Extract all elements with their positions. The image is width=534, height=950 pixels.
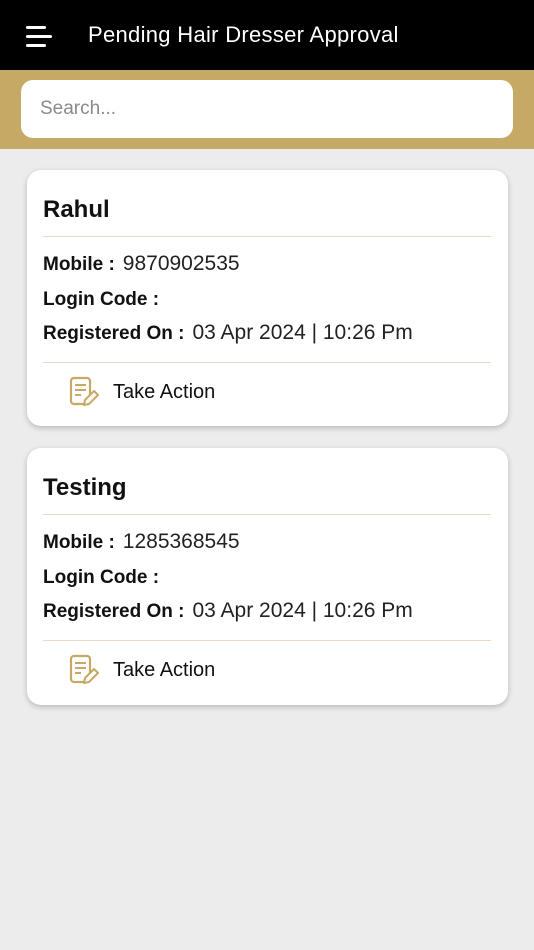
registered-on-label: Registered On : [43,323,185,344]
login-code-label: Login Code : [43,289,160,310]
hamburger-menu-icon[interactable] [22,22,56,52]
take-action-label: Take Action [113,658,216,681]
registered-on-row: Registered On : 03 Apr 2024 | 10:26 Pm [43,599,413,623]
mobile-label: Mobile : [43,532,115,553]
registered-on-value: 03 Apr 2024 | 10:26 Pm [192,599,413,622]
login-code-row: Login Code : [43,565,167,589]
mobile-value: 1285368545 [122,530,240,553]
mobile-value: 9870902535 [122,252,240,275]
registered-on-row: Registered On : 03 Apr 2024 | 10:26 Pm [43,321,413,345]
top-app-bar: Pending Hair Dresser Approval [0,0,534,70]
divider [43,640,491,641]
search-input[interactable] [21,80,513,138]
hairdresser-name: Rahul [43,196,110,223]
take-action-button[interactable]: Take Action [69,653,215,687]
take-action-label: Take Action [113,380,216,403]
divider [43,362,491,363]
mobile-row: Mobile : 1285368545 [43,530,240,554]
take-action-button[interactable]: Take Action [69,375,215,409]
mobile-label: Mobile : [43,254,115,275]
edit-document-icon [69,376,99,406]
divider [43,236,491,237]
hairdresser-card: Rahul Mobile : 9870902535 Login Code : Re… [27,170,508,426]
registered-on-value: 03 Apr 2024 | 10:26 Pm [192,321,413,344]
hairdresser-card: Testing Mobile :1285368545 Login Code : … [27,448,508,705]
hairdresser-name: Testing [43,474,127,501]
edit-document-icon [69,654,99,684]
registered-on-label: Registered On : [43,601,185,622]
page-title: Pending Hair Dresser Approval [88,22,399,47]
divider [43,514,491,515]
login-code-label: Login Code : [43,567,160,588]
login-code-row: Login Code : [43,287,167,311]
search-bar-container [0,70,534,149]
mobile-row: Mobile : 9870902535 [43,252,240,276]
